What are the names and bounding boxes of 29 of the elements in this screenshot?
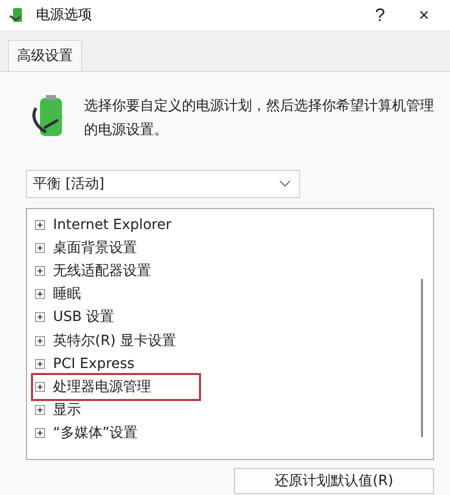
tree-item[interactable]: “多媒体”设置 (53, 424, 138, 442)
restore-defaults-button[interactable]: 还原计划默认值(R) (234, 468, 434, 494)
expand-icon[interactable] (35, 266, 45, 276)
tree-item[interactable]: USB 设置 (53, 308, 114, 326)
expand-icon[interactable] (35, 289, 45, 300)
tree-item[interactable]: 显示 (53, 401, 81, 420)
plan-dropdown[interactable]: 平衡 [活动] (26, 170, 300, 198)
tree-item[interactable]: 睡眠 (53, 285, 81, 304)
expand-icon[interactable] (35, 405, 45, 416)
window-title: 电源选项 (36, 6, 93, 24)
expand-icon[interactable] (35, 358, 45, 369)
help-button[interactable]: ? (362, 2, 398, 28)
expand-icon[interactable] (35, 336, 45, 346)
expand-icon[interactable] (35, 428, 45, 438)
expand-icon[interactable] (35, 382, 45, 392)
expand-icon[interactable] (35, 220, 45, 230)
tree-item[interactable]: 无线适配器设置 (53, 262, 151, 280)
expand-icon[interactable] (35, 312, 45, 322)
tree-item[interactable]: Internet Explorer (53, 216, 172, 233)
expand-icon[interactable] (35, 242, 45, 253)
chevron-down-icon (279, 180, 291, 188)
tab[interactable]: 高级设置 (8, 40, 82, 71)
scrollbar-thumb[interactable] (421, 279, 423, 437)
tree-item[interactable]: 桌面背景设置 (53, 238, 137, 257)
tree-item[interactable]: 处理器电源管理 (53, 378, 151, 396)
description-text: 选择你要自定义的电源计划，然后选择你希望计算机管理的电源设置。 (84, 97, 434, 140)
tree-item[interactable]: 英特尔(R) 显卡设置 (53, 332, 176, 350)
tree-item[interactable]: PCI Express (53, 356, 134, 372)
close-button[interactable]: × (406, 2, 442, 28)
